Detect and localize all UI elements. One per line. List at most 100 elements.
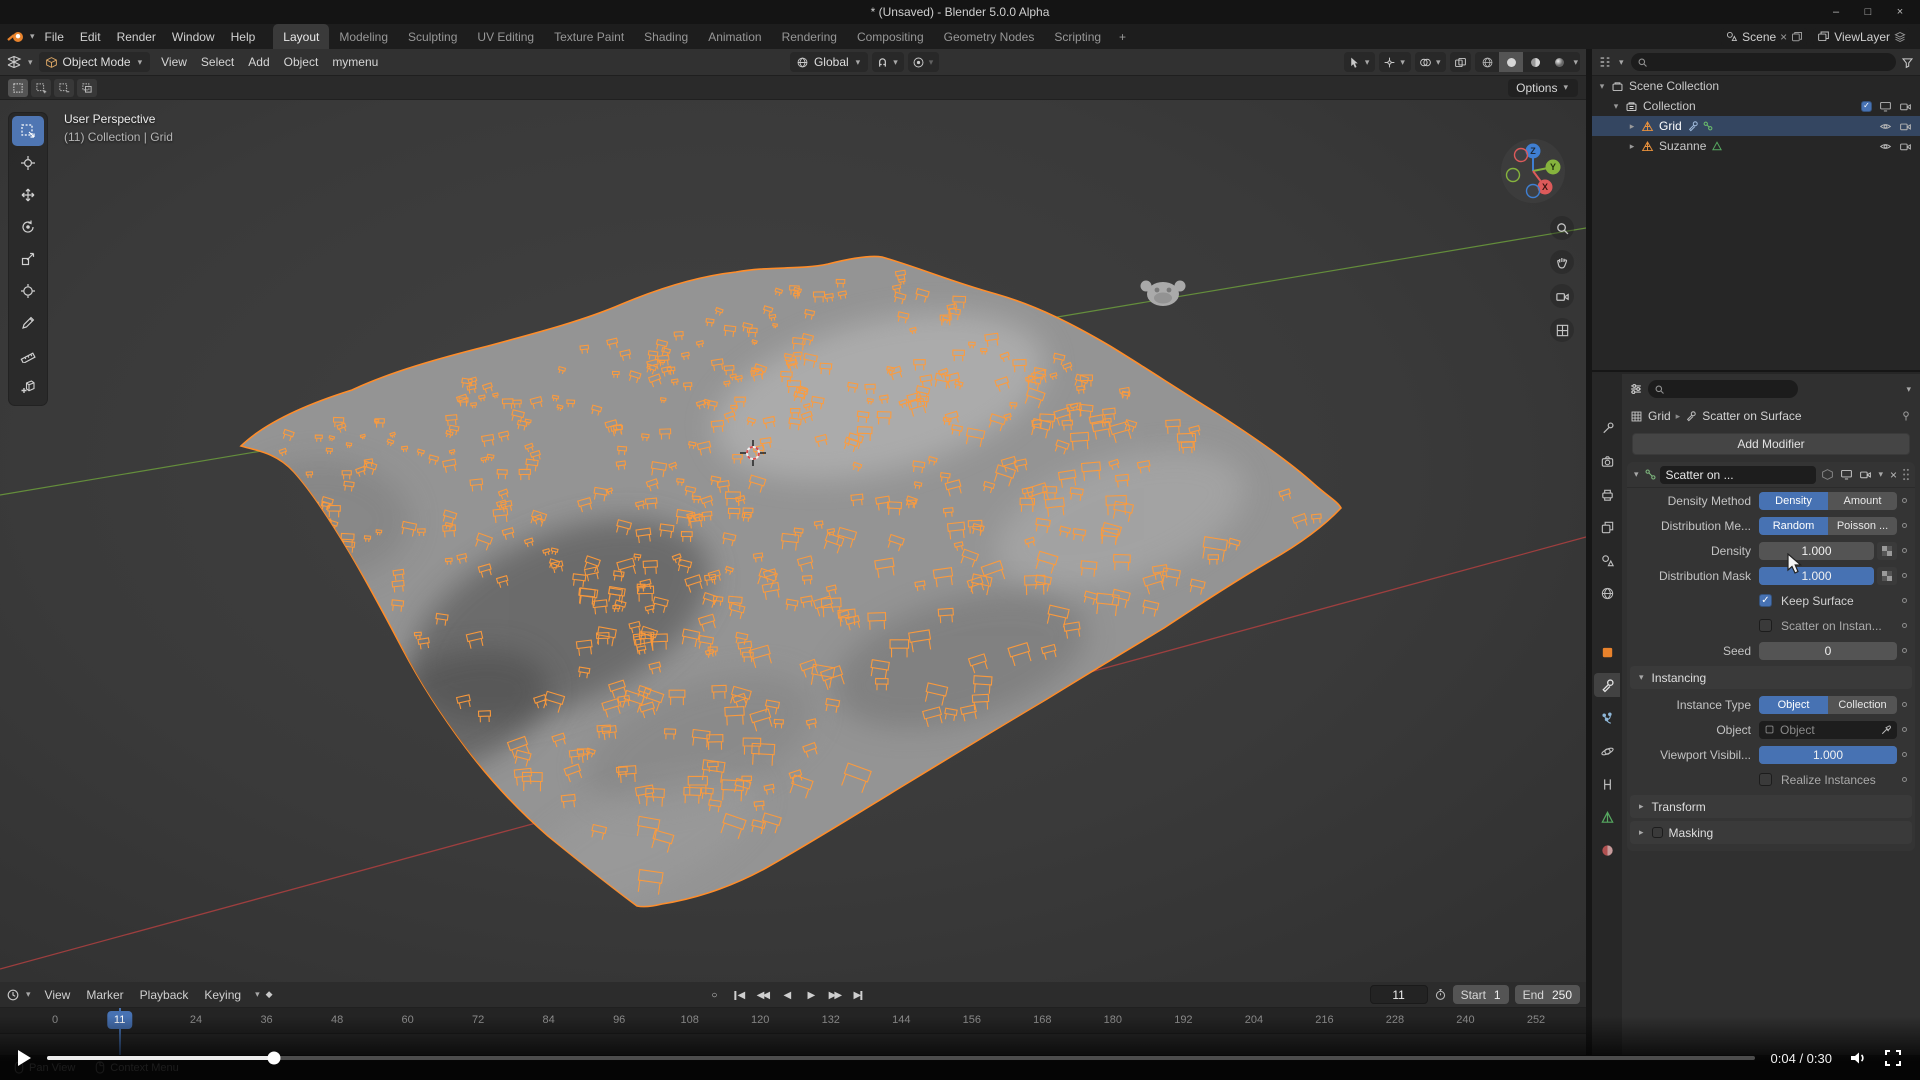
distribution-mask-slider[interactable]: 1.000 (1759, 567, 1874, 585)
camera-view-icon[interactable] (1550, 284, 1574, 308)
proportional-edit-toggle[interactable]: ▾ (908, 52, 940, 72)
density-option-button[interactable]: Density (1759, 492, 1828, 510)
tool-options-button[interactable]: Options ▾ (1508, 79, 1578, 97)
video-progress-bar[interactable] (47, 1056, 1755, 1060)
add-modifier-button[interactable]: Add Modifier (1632, 433, 1910, 455)
masking-section-header[interactable]: ▸ Masking (1630, 821, 1912, 844)
play-reverse-button[interactable]: ◀ (775, 985, 797, 1005)
blender-logo-icon[interactable] (6, 28, 26, 46)
object-picker-field[interactable]: Object (1759, 721, 1897, 739)
workspace-tab[interactable]: Scripting (1044, 24, 1111, 49)
viewport-menu-item[interactable]: Select (194, 51, 241, 73)
workspace-tab[interactable]: Animation (698, 24, 771, 49)
viewport-menu-item[interactable]: mymenu (325, 51, 385, 73)
timeline-editor-chevron-icon[interactable]: ▾ (24, 990, 33, 999)
tab-constraints[interactable] (1594, 772, 1620, 796)
tab-tool[interactable] (1594, 416, 1620, 440)
add-workspace-button[interactable]: + (1111, 30, 1134, 44)
filter-icon[interactable] (1901, 56, 1914, 69)
xray-toggle[interactable] (1450, 52, 1471, 72)
close-button[interactable]: × (1886, 2, 1914, 22)
keying-chevron-icon[interactable]: ▾ (253, 990, 262, 999)
instancing-section-header[interactable]: ▾ Instancing (1630, 666, 1912, 689)
modifier-expand-icon[interactable]: ▾ (1632, 470, 1641, 479)
viewport-3d[interactable]: Z Y X User Perspective (11) Collection |… (0, 100, 1586, 982)
tool-annotate-button[interactable] (12, 308, 44, 338)
gizmo-neg-y-ball[interactable] (1507, 169, 1520, 182)
shading-material-button[interactable] (1523, 52, 1547, 72)
animate-dot-icon[interactable] (1897, 777, 1911, 782)
scatter-on-instances-checkbox[interactable] (1759, 619, 1772, 632)
edit-mode-display-toggle-icon[interactable] (1819, 468, 1835, 481)
zoom-icon[interactable] (1550, 216, 1574, 240)
gizmo-neg-z-ball[interactable] (1527, 185, 1540, 198)
tool-select-box-button[interactable] (12, 116, 44, 146)
minimize-button[interactable]: – (1822, 2, 1850, 22)
viewlayer-name[interactable]: ViewLayer (1834, 30, 1890, 44)
modifier-extras-chevron-icon[interactable]: ▾ (1876, 470, 1885, 479)
timeline-editor-icon[interactable] (6, 988, 20, 1002)
app-menu-chevron-icon[interactable]: ▾ (28, 32, 37, 41)
tab-particles[interactable] (1594, 706, 1620, 730)
scene-name[interactable]: Scene (1742, 30, 1776, 44)
menu-item[interactable]: Render (109, 26, 164, 48)
animate-dot-icon[interactable] (1897, 548, 1911, 553)
mask-texture-chip[interactable] (1877, 567, 1897, 585)
viewport-visibility-slider[interactable]: 1.000 (1759, 746, 1897, 764)
overlays-toggle[interactable]: ▾ (1415, 52, 1447, 72)
outliner-search-input[interactable] (1652, 56, 1890, 68)
realize-instances-label[interactable]: Realize Instances (1775, 773, 1876, 787)
hide-eye-icon[interactable] (1879, 140, 1892, 153)
tab-physics[interactable] (1594, 739, 1620, 763)
play-button[interactable]: ▶ (799, 985, 821, 1005)
object-option-button[interactable]: Object (1759, 696, 1828, 714)
snap-chevron-icon[interactable]: ▾ (891, 58, 900, 67)
render-visibility-icon[interactable] (1899, 140, 1912, 153)
density-texture-chip[interactable] (1877, 542, 1897, 560)
viewport-menu-item[interactable]: Add (241, 51, 276, 73)
viewport-menu-item[interactable]: View (154, 51, 194, 73)
outliner-row-suzanne[interactable]: ▸ Suzanne (1592, 136, 1920, 156)
random-option-button[interactable]: Random (1759, 517, 1828, 535)
disclosure-triangle-icon[interactable]: ▾ (1610, 101, 1622, 112)
grid-mesh-object[interactable] (230, 256, 1341, 938)
timeline-menu-item[interactable]: Marker (78, 984, 131, 1006)
breadcrumb-object[interactable]: Grid (1648, 409, 1671, 423)
masking-checkbox[interactable] (1652, 827, 1663, 838)
select-mode-extend-button[interactable] (31, 79, 51, 97)
animate-dot-icon[interactable] (1897, 598, 1911, 603)
tab-object[interactable] (1594, 640, 1620, 664)
tab-view-layer[interactable] (1594, 515, 1620, 539)
realtime-display-toggle-icon[interactable] (1838, 468, 1854, 481)
collection-checkbox[interactable]: ✓ (1861, 101, 1872, 112)
next-keyframe-button[interactable]: ▶▶ (823, 985, 845, 1005)
outliner-item-label[interactable]: Scene Collection (1627, 79, 1721, 93)
proportional-chevron-icon[interactable]: ▾ (927, 58, 936, 67)
outliner-search[interactable] (1631, 53, 1896, 71)
keying-set-icon[interactable]: ◆ (266, 989, 273, 1000)
outliner-item-label[interactable]: Suzanne (1657, 139, 1708, 153)
outliner-item-label[interactable]: Collection (1641, 99, 1698, 113)
timeline-menu-item[interactable]: Keying (196, 984, 249, 1006)
outliner-editor-chevron-icon[interactable]: ▾ (1617, 58, 1626, 67)
workspace-tab[interactable]: Layout (273, 24, 329, 49)
keep-surface-label[interactable]: Keep Surface (1775, 594, 1854, 608)
viewport-canvas[interactable]: Z Y X (0, 100, 1586, 982)
properties-search[interactable] (1648, 380, 1798, 398)
viewport-menu-item[interactable]: Object (277, 51, 326, 73)
prev-keyframe-button[interactable]: ◀◀ (751, 985, 773, 1005)
transform-section-header[interactable]: ▸ Transform (1630, 795, 1912, 818)
selectability-filter[interactable]: ▾ (1344, 52, 1376, 72)
preview-range-stopwatch-icon[interactable] (1434, 988, 1447, 1001)
tab-world[interactable] (1594, 581, 1620, 605)
end-frame-field[interactable]: End250 (1515, 985, 1580, 1004)
video-play-button[interactable] (18, 1050, 31, 1066)
scatter-on-instances-label[interactable]: Scatter on Instan... (1775, 619, 1882, 633)
tool-move-button[interactable] (12, 180, 44, 210)
tool-transform-button[interactable] (12, 276, 44, 306)
render-visibility-icon[interactable] (1899, 100, 1912, 113)
viewlayer-selector[interactable]: ViewLayer (1813, 28, 1910, 46)
workspace-tab[interactable]: Compositing (847, 24, 934, 49)
menu-item[interactable]: File (37, 26, 72, 48)
shading-chevron-icon[interactable]: ▾ (1571, 58, 1580, 67)
